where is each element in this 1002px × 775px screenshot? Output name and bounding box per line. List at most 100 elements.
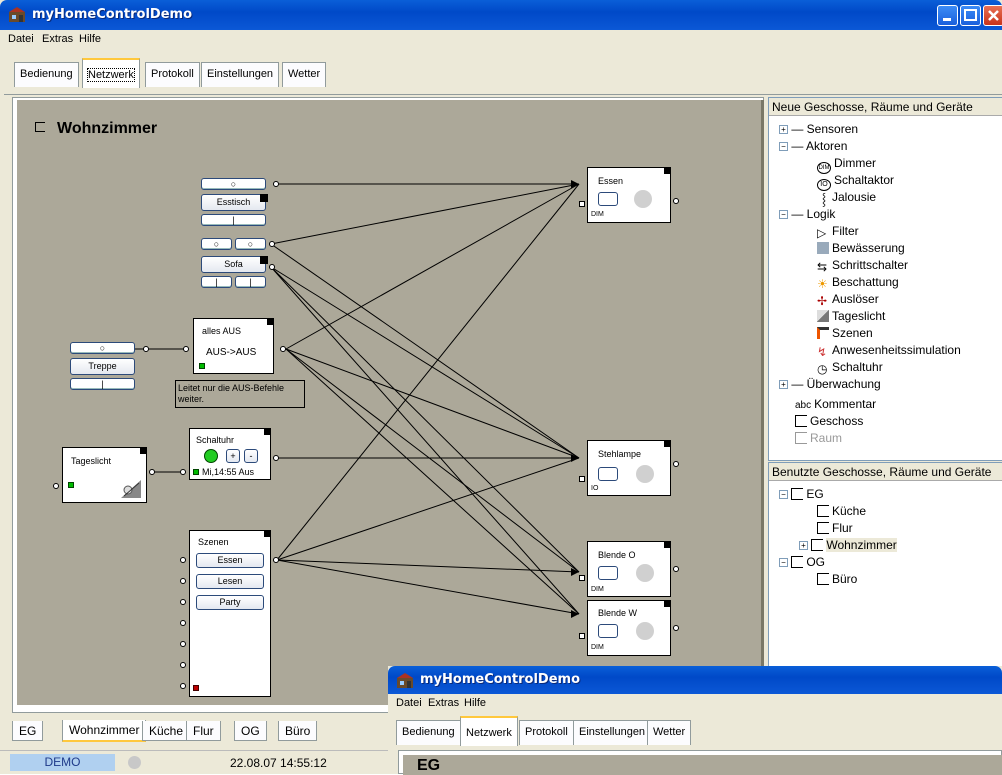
palette-item-schaltuhr[interactable]: ◷ Schaltuhr — [817, 360, 883, 376]
tab-protokoll[interactable]: Protokoll — [519, 720, 574, 745]
szenen-in-port-6[interactable] — [180, 662, 186, 668]
tab-netzwerk[interactable]: Netzwerk — [82, 58, 140, 88]
szenen-in-port-2[interactable] — [180, 578, 186, 584]
tab-wetter[interactable]: Wetter — [282, 62, 327, 87]
network-canvas[interactable]: Wohnzimmer ○ Esstisch | ○ ○ Sofa | | ○ T… — [17, 100, 764, 705]
blende-o-sq-port[interactable] — [579, 575, 585, 581]
treppe-down-pill[interactable]: | — [70, 378, 135, 390]
tree-floor-eg[interactable]: − EG — [779, 487, 824, 501]
szenen-in-port-5[interactable] — [180, 641, 186, 647]
schaltuhr-out-port[interactable] — [273, 455, 279, 461]
menu-datei[interactable]: Datei — [396, 697, 422, 709]
palette-ueberwachung[interactable]: + — Überwachung — [779, 377, 881, 391]
collapse-icon[interactable]: − — [779, 142, 788, 151]
sofa-pill-1[interactable]: ○ — [201, 238, 232, 250]
palette-item-dimmer[interactable]: DIM Dimmer — [817, 156, 876, 174]
szenen-out-port[interactable] — [273, 557, 279, 563]
tab-einstellungen[interactable]: Einstellungen — [573, 720, 652, 745]
tree-floor-og[interactable]: − OG — [779, 555, 825, 569]
alles-aus-in-port[interactable] — [183, 346, 189, 352]
room-tab-buero[interactable]: Büro — [278, 721, 318, 741]
collapse-icon[interactable]: − — [779, 210, 788, 219]
minimize-button[interactable] — [937, 5, 958, 26]
palette-item-ausloeser[interactable]: ✢ Auslöser — [817, 292, 879, 308]
menu-extras[interactable]: Extras — [428, 697, 459, 709]
collapse-icon[interactable]: − — [779, 490, 788, 499]
blende-w-out-port[interactable] — [673, 625, 679, 631]
expand-icon[interactable]: + — [799, 541, 808, 550]
tree-room-flur[interactable]: Flur — [817, 521, 853, 535]
stehlampe-out-port[interactable] — [673, 461, 679, 467]
szenen-block[interactable]: Szenen Essen Lesen Party — [189, 530, 271, 697]
szenen-in-port-1[interactable] — [180, 557, 186, 563]
palette-item-schrittschalter[interactable]: ⇆ Schrittschalter — [817, 258, 908, 274]
sofa-pill-2[interactable]: ○ — [235, 238, 266, 250]
szenen-in-port-7[interactable] — [180, 683, 186, 689]
sofa-port-1[interactable] — [269, 241, 275, 247]
palette-aktoren[interactable]: − — Aktoren — [779, 139, 847, 153]
palette-item-bewaesserung[interactable]: Bewässerung — [817, 241, 905, 255]
tab-protokoll[interactable]: Protokoll — [145, 62, 200, 87]
palette-item-raum[interactable]: Raum — [795, 431, 842, 445]
tree-room-kueche[interactable]: Küche — [817, 504, 866, 518]
schaltuhr-block[interactable]: Schaltuhr + - Mi,14:55 Aus — [189, 428, 271, 480]
palette-logik[interactable]: − — Logik — [779, 207, 835, 221]
sofa-button[interactable]: Sofa — [201, 256, 266, 273]
second-title-bar[interactable]: myHomeControlDemo — [388, 666, 1002, 694]
palette-item-anwesenheitssimulation[interactable]: ↯ Anwesenheitssimulation — [817, 343, 961, 359]
essen-sq-port[interactable] — [579, 201, 585, 207]
blende-w-actor-block[interactable]: Blende W DIM — [587, 600, 671, 656]
palette-item-jalousie[interactable]: ⸾ Jalousie — [819, 190, 876, 206]
palette-item-schaltaktor[interactable]: IO Schaltaktor — [817, 173, 894, 191]
blende-o-out-port[interactable] — [673, 566, 679, 572]
treppe-port[interactable] — [143, 346, 149, 352]
tab-bedienung[interactable]: Bedienung — [396, 720, 461, 745]
schaltuhr-plus-button[interactable]: + — [226, 449, 240, 463]
esstisch-button[interactable]: Esstisch — [201, 194, 266, 211]
room-tab-flur[interactable]: Flur — [186, 721, 221, 741]
comment-note[interactable]: Leitet nur die AUS-Befehle weiter. — [175, 380, 305, 408]
room-tab-og[interactable]: OG — [234, 721, 267, 741]
tab-wetter[interactable]: Wetter — [647, 720, 692, 745]
tageslicht-out-port[interactable] — [149, 469, 155, 475]
scene-essen-button[interactable]: Essen — [196, 553, 264, 568]
room-tab-kueche[interactable]: Küche — [142, 721, 191, 741]
stehlampe-sq-port[interactable] — [579, 476, 585, 482]
treppe-button[interactable]: Treppe — [70, 358, 135, 375]
second-window[interactable]: myHomeControlDemo Datei Extras Hilfe Bed… — [388, 666, 1002, 775]
tree-room-wohnzimmer[interactable]: + Wohnzimmer — [799, 538, 897, 552]
second-canvas[interactable]: EG — [403, 755, 1002, 775]
menu-datei[interactable]: Datei — [8, 33, 34, 45]
scene-party-button[interactable]: Party — [196, 595, 264, 610]
collapse-icon[interactable]: − — [779, 558, 788, 567]
stehlampe-toggle[interactable] — [598, 467, 618, 481]
palette-item-filter[interactable]: ▷ Filter — [817, 224, 859, 240]
alles-aus-out-port[interactable] — [280, 346, 286, 352]
esstisch-port[interactable] — [273, 181, 279, 187]
close-button[interactable] — [983, 5, 1002, 26]
blende-o-toggle[interactable] — [598, 566, 618, 580]
stehlampe-actor-block[interactable]: Stehlampe IO — [587, 440, 671, 496]
palette-item-tageslicht[interactable]: Tageslicht — [817, 309, 885, 323]
esstisch-up-pill[interactable]: ○ — [201, 178, 266, 190]
esstisch-down-pill[interactable]: | — [201, 214, 266, 226]
blende-w-sq-port[interactable] — [579, 633, 585, 639]
menu-hilfe[interactable]: Hilfe — [79, 33, 101, 45]
scene-lesen-button[interactable]: Lesen — [196, 574, 264, 589]
sofa-pill-4[interactable]: | — [235, 276, 266, 288]
palette-item-beschattung[interactable]: ☀ Beschattung — [817, 275, 899, 291]
essen-actor-block[interactable]: Essen DIM — [587, 167, 671, 223]
palette-sensoren[interactable]: + — Sensoren — [779, 122, 858, 136]
menu-extras[interactable]: Extras — [42, 33, 73, 45]
palette-item-kommentar[interactable]: abc Kommentar — [795, 397, 876, 411]
schaltuhr-minus-button[interactable]: - — [244, 449, 258, 463]
maximize-button[interactable] — [960, 5, 981, 26]
sofa-port-2[interactable] — [269, 264, 275, 270]
tab-einstellungen[interactable]: Einstellungen — [201, 62, 280, 87]
tab-bedienung[interactable]: Bedienung — [14, 62, 79, 87]
expand-icon[interactable]: + — [779, 380, 788, 389]
tree-room-buero[interactable]: Büro — [817, 572, 857, 586]
title-bar[interactable]: myHomeControlDemo — [0, 0, 1002, 30]
expand-icon[interactable]: + — [779, 125, 788, 134]
tageslicht-block[interactable]: Tageslicht — [62, 447, 147, 503]
